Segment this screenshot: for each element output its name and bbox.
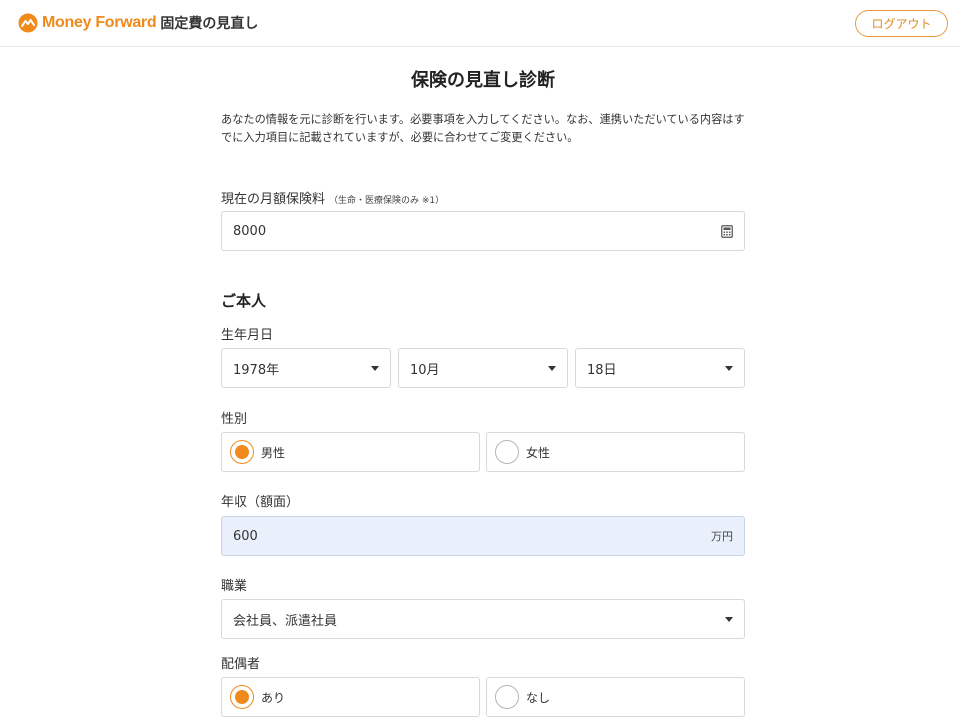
spouse-option-label: あり: [261, 690, 286, 705]
logout-button[interactable]: ログアウト: [855, 10, 948, 37]
spouse-option-no[interactable]: なし: [486, 677, 745, 717]
radio-checked-icon: [230, 440, 254, 464]
page-title: 保険の見直し診断: [411, 70, 555, 91]
gender-option-label: 男性: [261, 445, 286, 460]
birthdate-label: 生年月日: [221, 328, 274, 343]
birth-day-select[interactable]: 18日: [575, 348, 745, 388]
logo[interactable]: Money Forward 固定費の見直し: [18, 12, 258, 34]
birth-month-select[interactable]: 10月: [398, 348, 568, 388]
gender-label: 性別: [221, 412, 248, 427]
premium-note: （生命・医療保険のみ ※1）: [329, 196, 445, 206]
radio-checked-icon: [230, 685, 254, 709]
occupation-label: 職業: [221, 579, 248, 594]
birth-day-value: 18日: [587, 362, 617, 378]
spouse-label: 配偶者: [221, 657, 261, 672]
birth-year-value: 1978年: [233, 362, 280, 378]
gender-option-label: 女性: [526, 445, 551, 460]
income-value: 600: [233, 528, 258, 544]
premium-label: 現在の月額保険料 （生命・医療保険のみ ※1）: [221, 188, 444, 207]
birth-year-select[interactable]: 1978年: [221, 348, 391, 388]
premium-value: 8000: [233, 223, 267, 239]
chevron-down-icon: [725, 616, 733, 622]
chevron-down-icon: [371, 365, 379, 371]
money-forward-logo-icon: [18, 13, 38, 33]
chevron-down-icon: [725, 365, 733, 371]
intro-text: あなたの情報を元に診断を行います。必要事項を入力してください。なお、連携いただい…: [221, 113, 745, 144]
occupation-value: 会社員、派遣社員: [233, 613, 338, 629]
occupation-select[interactable]: 会社員、派遣社員: [221, 599, 745, 639]
self-section-heading: ご本人: [221, 292, 267, 310]
calculator-icon[interactable]: [721, 224, 733, 238]
income-unit: 万円: [711, 530, 733, 543]
service-name: 固定費の見直し: [160, 16, 259, 32]
premium-input[interactable]: 8000: [221, 211, 745, 251]
income-label: 年収（額面）: [221, 495, 300, 510]
gender-option-female[interactable]: 女性: [486, 432, 745, 472]
income-input[interactable]: 600 万円: [221, 516, 745, 556]
chevron-down-icon: [548, 365, 556, 371]
radio-unchecked-icon: [495, 440, 519, 464]
gender-option-male[interactable]: 男性: [221, 432, 480, 472]
spouse-option-label: なし: [526, 690, 551, 705]
spouse-option-yes[interactable]: あり: [221, 677, 480, 717]
premium-label-text: 現在の月額保険料: [221, 192, 326, 207]
birth-month-value: 10月: [410, 362, 440, 378]
brand-name: Money Forward: [42, 14, 157, 31]
app-header: Money Forward 固定費の見直し ログアウト: [0, 0, 960, 47]
radio-unchecked-icon: [495, 685, 519, 709]
